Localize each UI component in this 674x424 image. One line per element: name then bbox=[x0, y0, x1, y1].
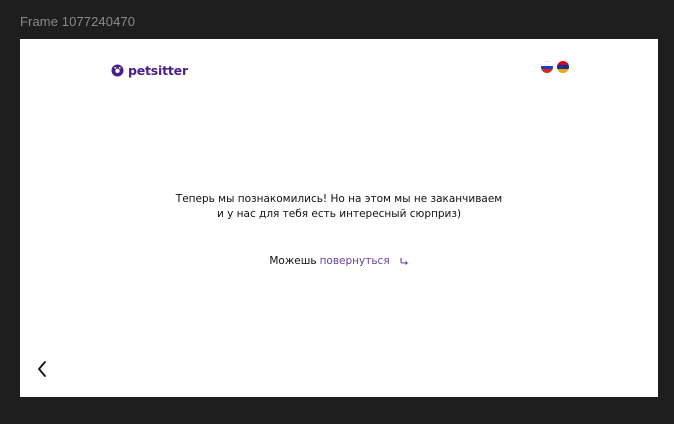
chevron-left-icon bbox=[37, 360, 47, 383]
intro-message: Теперь мы познакомились! Но на этом мы н… bbox=[20, 192, 658, 222]
return-link[interactable]: повернуться bbox=[320, 255, 390, 267]
language-switcher bbox=[541, 61, 569, 73]
return-prefix: Можешь bbox=[269, 255, 317, 267]
message-line-2: и у нас для тебя есть интересный сюрприз… bbox=[216, 208, 462, 220]
ru-flag-icon[interactable] bbox=[541, 61, 553, 73]
paw-logo-icon bbox=[111, 64, 124, 77]
message-line-1: Теперь мы познакомились! Но на этом мы н… bbox=[175, 193, 503, 205]
return-arrow-icon[interactable] bbox=[399, 257, 409, 265]
frame-label: Frame 1077240470 bbox=[20, 14, 136, 29]
am-flag-icon[interactable] bbox=[557, 61, 569, 73]
back-button[interactable] bbox=[34, 360, 50, 383]
logo[interactable]: petsitter bbox=[111, 63, 188, 78]
logo-text: petsitter bbox=[128, 63, 188, 78]
page-frame: petsitter Теперь мы познакомились! Но на… bbox=[20, 39, 658, 397]
return-row: Можешь повернуться bbox=[20, 255, 658, 267]
